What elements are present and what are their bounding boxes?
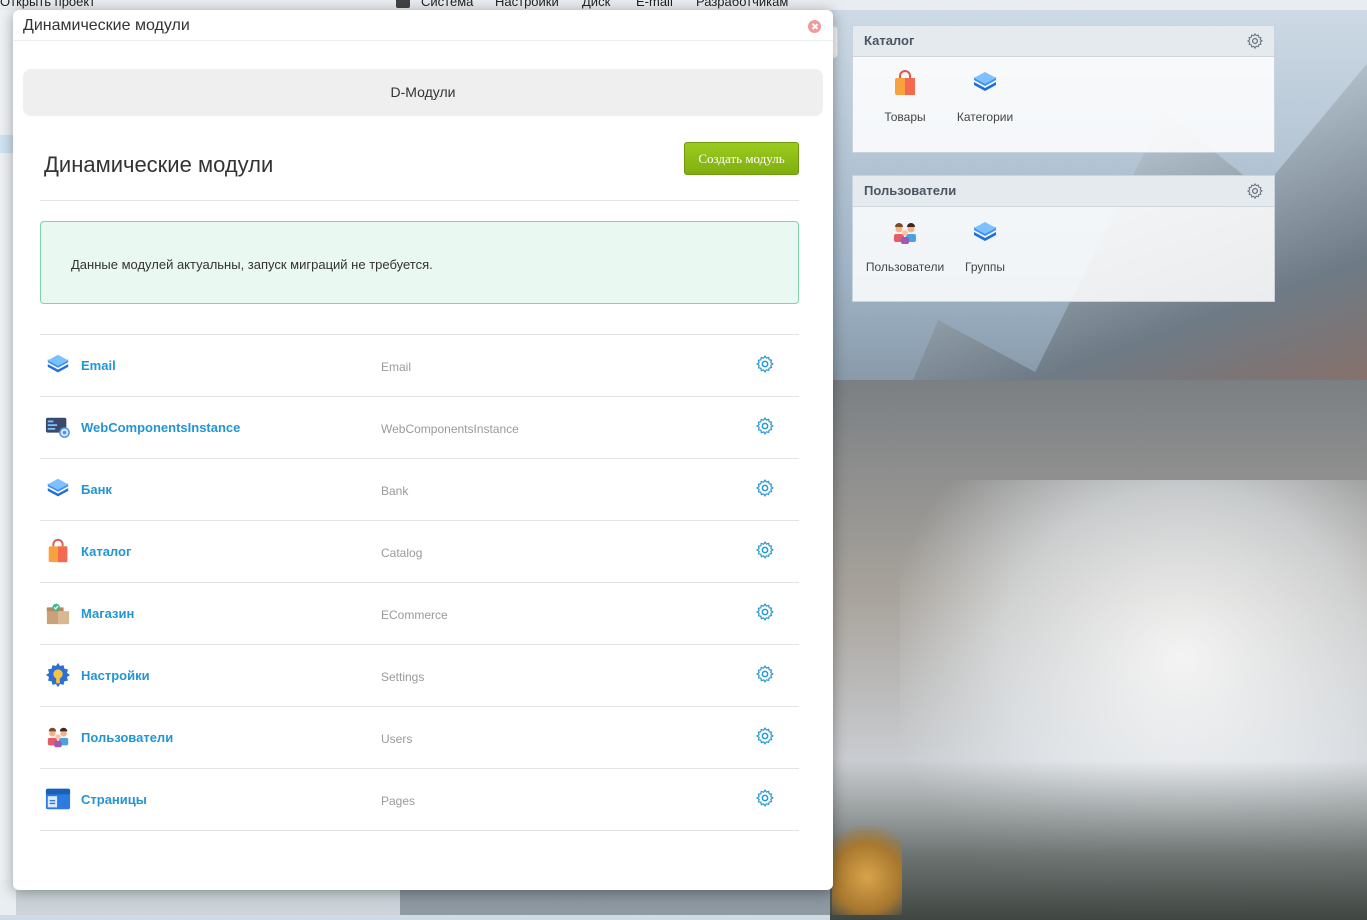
module-name-link[interactable]: Каталог (81, 544, 131, 559)
app-logo-icon (396, 0, 410, 8)
module-code: Users (381, 732, 413, 746)
menu-system[interactable]: Система (421, 0, 473, 9)
panel-item-label: Товары (884, 110, 926, 124)
top-menu-bar: Открыть проект Система Настройки Диск E-… (0, 0, 1367, 10)
module-name-link[interactable]: Пользователи (81, 730, 173, 745)
dialog-title: Динамические модули (23, 17, 190, 34)
list-item: Страницы Pages (40, 769, 799, 831)
gear-icon[interactable] (755, 540, 775, 560)
gear-icon[interactable] (755, 788, 775, 808)
panel-item-products[interactable]: Товары (860, 69, 950, 124)
menu-settings[interactable]: Настройки (495, 0, 559, 9)
gear-icon[interactable] (755, 478, 775, 498)
users-icon (47, 727, 69, 748)
gear-icon[interactable] (1246, 182, 1264, 200)
users-panel-title: Пользователи (864, 183, 957, 198)
dynamic-modules-dialog: Динамические модули D-Модули Динамически… (13, 10, 833, 890)
list-item: Каталог Catalog (40, 521, 799, 583)
create-module-button[interactable]: Создать модуль (684, 142, 799, 175)
open-project-menu[interactable]: Открыть проект (0, 0, 95, 9)
panel-item-users[interactable]: Пользователи (860, 219, 950, 274)
module-name-link[interactable]: Банк (81, 482, 112, 497)
module-name-link[interactable]: Email (81, 358, 116, 373)
layers-icon (47, 478, 69, 497)
menu-developers[interactable]: Разработчикам (696, 0, 788, 9)
list-item: Банк Bank (40, 459, 799, 521)
module-code: Pages (381, 794, 416, 808)
module-code: Email (381, 360, 412, 374)
settings-icon (45, 662, 71, 688)
module-code: WebComponentsInstance (381, 422, 519, 436)
tab-d-modules[interactable]: D-Модули (23, 69, 823, 116)
list-item: Пользователи Users (40, 707, 799, 769)
status-alert: Данные модулей актуальны, запуск миграци… (40, 221, 799, 304)
list-item: WebComponentsInstance WebComponentsInsta… (40, 397, 799, 459)
module-name-link[interactable]: Настройки (81, 668, 150, 683)
users-icon (894, 223, 916, 244)
panel-item-label: Пользователи (865, 260, 945, 274)
list-item: Настройки Settings (40, 645, 799, 707)
module-code: Catalog (381, 546, 423, 560)
panel-item-categories[interactable]: Категории (940, 69, 1030, 124)
shopping-bag-icon (895, 70, 915, 95)
menu-email[interactable]: E-mail (636, 0, 673, 9)
gear-icon[interactable] (755, 602, 775, 622)
panel-item-label: Категории (956, 110, 1014, 124)
gear-icon[interactable] (1246, 32, 1264, 50)
shopping-bag-icon (48, 538, 68, 563)
pages-icon (45, 788, 71, 810)
catalog-panel-header: Каталог (853, 26, 1274, 57)
layers-icon (974, 72, 996, 91)
gear-icon[interactable] (755, 354, 775, 374)
trees (830, 760, 1367, 920)
module-code: Settings (381, 670, 425, 684)
panel-item-label: Группы (965, 260, 1005, 274)
close-icon[interactable] (808, 20, 821, 33)
layers-icon (47, 354, 69, 373)
catalog-panel: Каталог Товары Категории (852, 25, 1275, 153)
gear-icon[interactable] (755, 726, 775, 746)
divider (40, 200, 799, 201)
module-name-link[interactable]: WebComponentsInstance (81, 420, 240, 435)
tab-bar: D-Модули (23, 69, 823, 116)
web-component-icon (45, 417, 70, 438)
module-name-link[interactable]: Магазин (81, 606, 134, 621)
module-code: Bank (381, 484, 409, 498)
autumn-tree (832, 820, 902, 915)
gear-icon[interactable] (755, 664, 775, 684)
module-code: ECommerce (381, 608, 448, 622)
modules-list: Email Email WebComponentsInstance WebCom… (40, 334, 799, 831)
box-icon (46, 603, 70, 625)
page-title: Динамические модули (44, 152, 274, 177)
users-panel-header: Пользователи (853, 176, 1274, 207)
menu-disk[interactable]: Диск (582, 0, 610, 9)
list-item: Email Email (40, 335, 799, 397)
list-item: Магазин ECommerce (40, 583, 799, 645)
dialog-titlebar[interactable]: Динамические модули (13, 10, 833, 41)
gear-icon[interactable] (755, 416, 775, 436)
catalog-panel-title: Каталог (864, 33, 915, 48)
alert-message: Данные модулей актуальны, запуск миграци… (71, 257, 433, 272)
module-name-link[interactable]: Страницы (81, 792, 147, 807)
panel-item-groups[interactable]: Группы (940, 219, 1030, 274)
sidebar-selected-item[interactable] (0, 135, 14, 153)
layers-icon (974, 222, 996, 241)
users-panel: Пользователи Пользователи Группы (852, 175, 1275, 302)
